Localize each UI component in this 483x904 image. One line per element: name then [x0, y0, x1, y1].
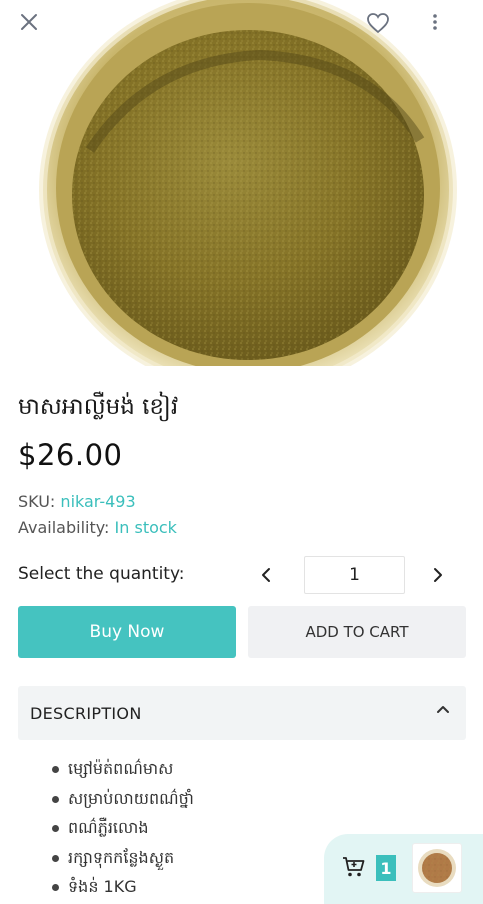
- description-item: ទំងន់ 1KG: [50, 872, 194, 902]
- quantity-input[interactable]: [304, 556, 405, 594]
- powder-jar-graphic: [39, 0, 457, 366]
- close-icon: [21, 14, 37, 30]
- cart-icon: [343, 857, 365, 877]
- sku-row: SKU: nikar-493: [18, 492, 136, 511]
- cart-item-thumbnail[interactable]: [412, 843, 462, 893]
- product-title: មាសអាល្លឺមង់ ខៀវ: [18, 394, 179, 420]
- description-item: សម្រាប់លាយពណ៌ថ្នាំ: [50, 784, 194, 814]
- quantity-decrease-button[interactable]: [254, 562, 278, 588]
- sku-label: SKU:: [18, 492, 56, 511]
- availability-value: In stock: [114, 518, 177, 537]
- cart-thumbnail-image: [418, 849, 456, 887]
- description-item: ម្សៅម៉ត់ពណ៌មាស: [50, 754, 194, 784]
- product-price: $26.00: [18, 438, 123, 472]
- availability-label: Availability:: [18, 518, 110, 537]
- more-vertical-icon: [433, 14, 437, 30]
- product-image: [0, 0, 483, 366]
- quantity-increase-button[interactable]: [426, 562, 450, 588]
- favorite-button[interactable]: [366, 12, 394, 40]
- cart-count-badge: 1: [376, 855, 396, 881]
- buy-now-button[interactable]: Buy Now: [18, 606, 236, 658]
- chevron-right-icon: [434, 568, 442, 582]
- cart-fab[interactable]: 1: [324, 834, 483, 904]
- description-list: ម្សៅម៉ត់ពណ៌មាស សម្រាប់លាយពណ៌ថ្នាំ ពណ៌ភ្ល…: [50, 754, 194, 902]
- description-item: ពណ៌ភ្លឺរលោង: [50, 813, 194, 843]
- description-title: DESCRIPTION: [30, 703, 142, 723]
- availability-row: Availability: In stock: [18, 518, 177, 537]
- chevron-left-icon: [262, 568, 270, 582]
- add-to-cart-button[interactable]: ADD TO CART: [248, 606, 466, 658]
- heart-outline-icon: [367, 13, 389, 34]
- chevron-up-icon: [437, 706, 449, 713]
- description-accordion-header[interactable]: DESCRIPTION: [18, 686, 466, 740]
- sku-value: nikar-493: [60, 492, 136, 511]
- more-options-button[interactable]: [432, 12, 460, 40]
- quantity-label: Select the quantity:: [18, 564, 185, 584]
- description-item: រក្សាទុកកន្លែងស្ងួត: [50, 843, 194, 873]
- close-button[interactable]: [19, 12, 47, 40]
